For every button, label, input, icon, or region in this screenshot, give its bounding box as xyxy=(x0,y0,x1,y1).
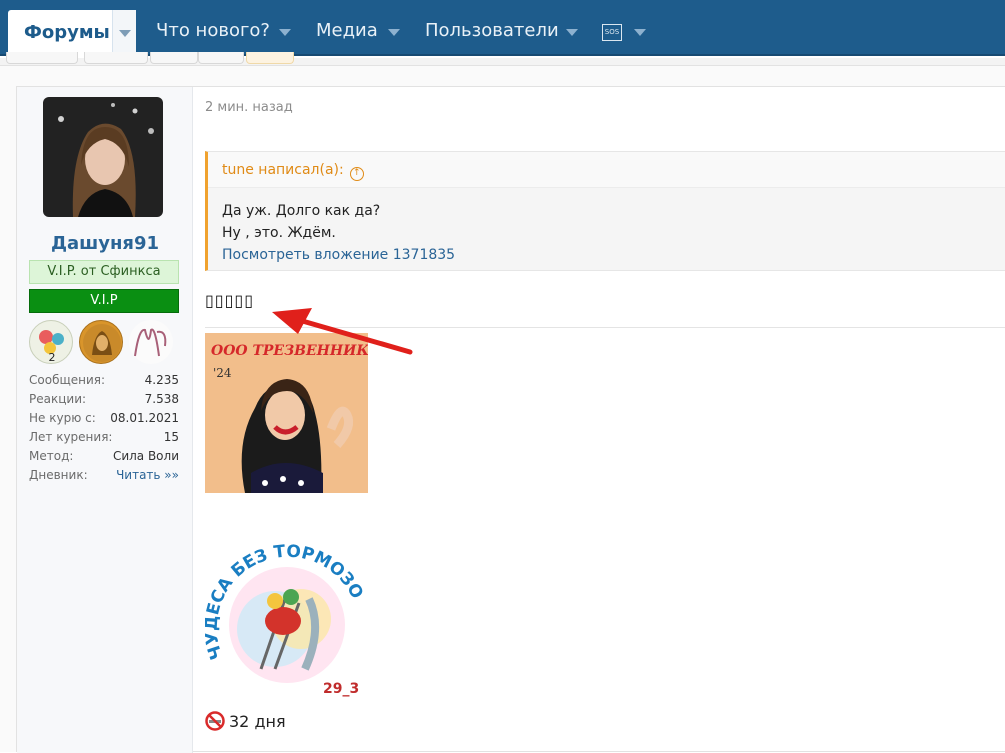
quote-line: Ну , это. Ждём. xyxy=(222,225,336,241)
nav-tab-forums-dropdown[interactable] xyxy=(112,10,136,56)
nav-tab-forums[interactable]: Форумы xyxy=(8,10,136,56)
stat-label: Не курю с: xyxy=(29,411,96,425)
stat-row-messages: Сообщения: 4.235 xyxy=(29,371,179,390)
stat-label: Метод: xyxy=(29,449,74,463)
sub-toolbar-button[interactable] xyxy=(198,52,244,64)
image-caption: 29_3 xyxy=(323,681,359,697)
award-icon[interactable] xyxy=(79,320,123,364)
stat-value[interactable]: 4.235 xyxy=(145,371,179,390)
stat-value: 08.01.2021 xyxy=(110,411,179,425)
stat-label: Дневник: xyxy=(29,468,88,482)
signature-image-chudesa[interactable]: ЧУДЕСА БЕЗ ТОРМОЗОВ 29_3 xyxy=(199,524,370,699)
sos-icon[interactable]: SOS xyxy=(602,24,622,41)
stat-label: Сообщения: xyxy=(29,373,106,387)
user-banner-vip: V.I.P xyxy=(29,289,179,313)
sub-toolbar-button[interactable] xyxy=(150,52,198,64)
stat-value: 7.538 xyxy=(144,392,179,406)
quote-block: tune написал(а): ↑ Да уж. Долго как да? Н… xyxy=(205,151,1005,271)
chevron-down-icon[interactable] xyxy=(279,29,291,36)
user-sidebar: Дашуня91 V.I.P. от Сфинкса V.I.P 2 Сообщ… xyxy=(17,87,193,753)
nav-tab-forums-label: Форумы xyxy=(24,22,110,43)
post-content: 2 мин. назад tune написал(а): ↑ Да уж. До… xyxy=(194,87,1005,753)
user-stats: Сообщения: 4.235 Реакции: 7.538 Не курю с:… xyxy=(29,371,179,485)
stat-value: 15 xyxy=(163,430,179,444)
award-icon[interactable]: 2 xyxy=(29,320,73,364)
stat-value: Сила Воли xyxy=(112,449,179,463)
no-smoking-icon xyxy=(205,711,225,731)
stat-row-reactions: Реакции: 7.538 xyxy=(29,390,179,409)
nav-item-whats-new[interactable]: Что нового? xyxy=(156,20,270,41)
nav-item-media[interactable]: Медиа xyxy=(316,20,378,41)
post-timestamp[interactable]: 2 мин. назад xyxy=(205,100,293,115)
award-icon[interactable] xyxy=(129,320,173,364)
svg-text:2: 2 xyxy=(49,351,56,364)
stat-label: Реакции: xyxy=(29,392,87,406)
quote-author[interactable]: tune написал(а): xyxy=(222,162,344,178)
view-attachment-link[interactable]: Посмотреть вложение 1371835 xyxy=(222,244,455,266)
sub-toolbar-button[interactable] xyxy=(84,52,148,64)
quote-line: Да уж. Долго как да? xyxy=(222,203,381,219)
sub-toolbar-button[interactable] xyxy=(6,52,78,64)
smoke-free-counter: 32 дня xyxy=(205,711,286,731)
chevron-down-icon[interactable] xyxy=(566,29,578,36)
sub-toolbar-button-active[interactable] xyxy=(246,52,294,64)
annotation-red-arrow xyxy=(272,308,413,355)
stat-row-quit-date: Не курю с: 08.01.2021 xyxy=(29,409,179,428)
stat-row-method: Метод: Сила Воли xyxy=(29,447,179,466)
nav-item-users[interactable]: Пользователи xyxy=(425,20,559,41)
arrow-up-circle-icon[interactable]: ↑ xyxy=(349,167,364,181)
chevron-down-icon[interactable] xyxy=(388,29,400,36)
chevron-down-icon xyxy=(119,30,131,37)
forum-post: Дашуня91 V.I.P. от Сфинкса V.I.P 2 Сообщ… xyxy=(16,86,1005,753)
smoke-free-days: 32 дня xyxy=(229,712,286,731)
unrendered-glyphs: ▯▯▯▯▯ xyxy=(205,291,255,310)
quote-header[interactable]: tune написал(а): ↑ xyxy=(208,152,1005,188)
username[interactable]: Дашуня91 xyxy=(17,233,193,254)
top-navbar: Форумы Что нового? Медиа Пользователи SO… xyxy=(0,0,1005,56)
stat-label: Лет курения: xyxy=(29,430,113,444)
avatar[interactable] xyxy=(43,97,163,217)
image-caption: '24 xyxy=(213,366,232,380)
chevron-down-icon[interactable] xyxy=(634,29,646,36)
stat-row-years-smoking: Лет курения: 15 xyxy=(29,428,179,447)
diary-read-link[interactable]: Читать »» xyxy=(116,466,179,485)
quote-body: Да уж. Долго как да? Ну , это. Ждём. Пос… xyxy=(222,200,455,266)
user-banner-vip-from: V.I.P. от Сфинкса xyxy=(29,260,179,284)
stat-row-diary: Дневник: Читать »» xyxy=(29,466,179,485)
